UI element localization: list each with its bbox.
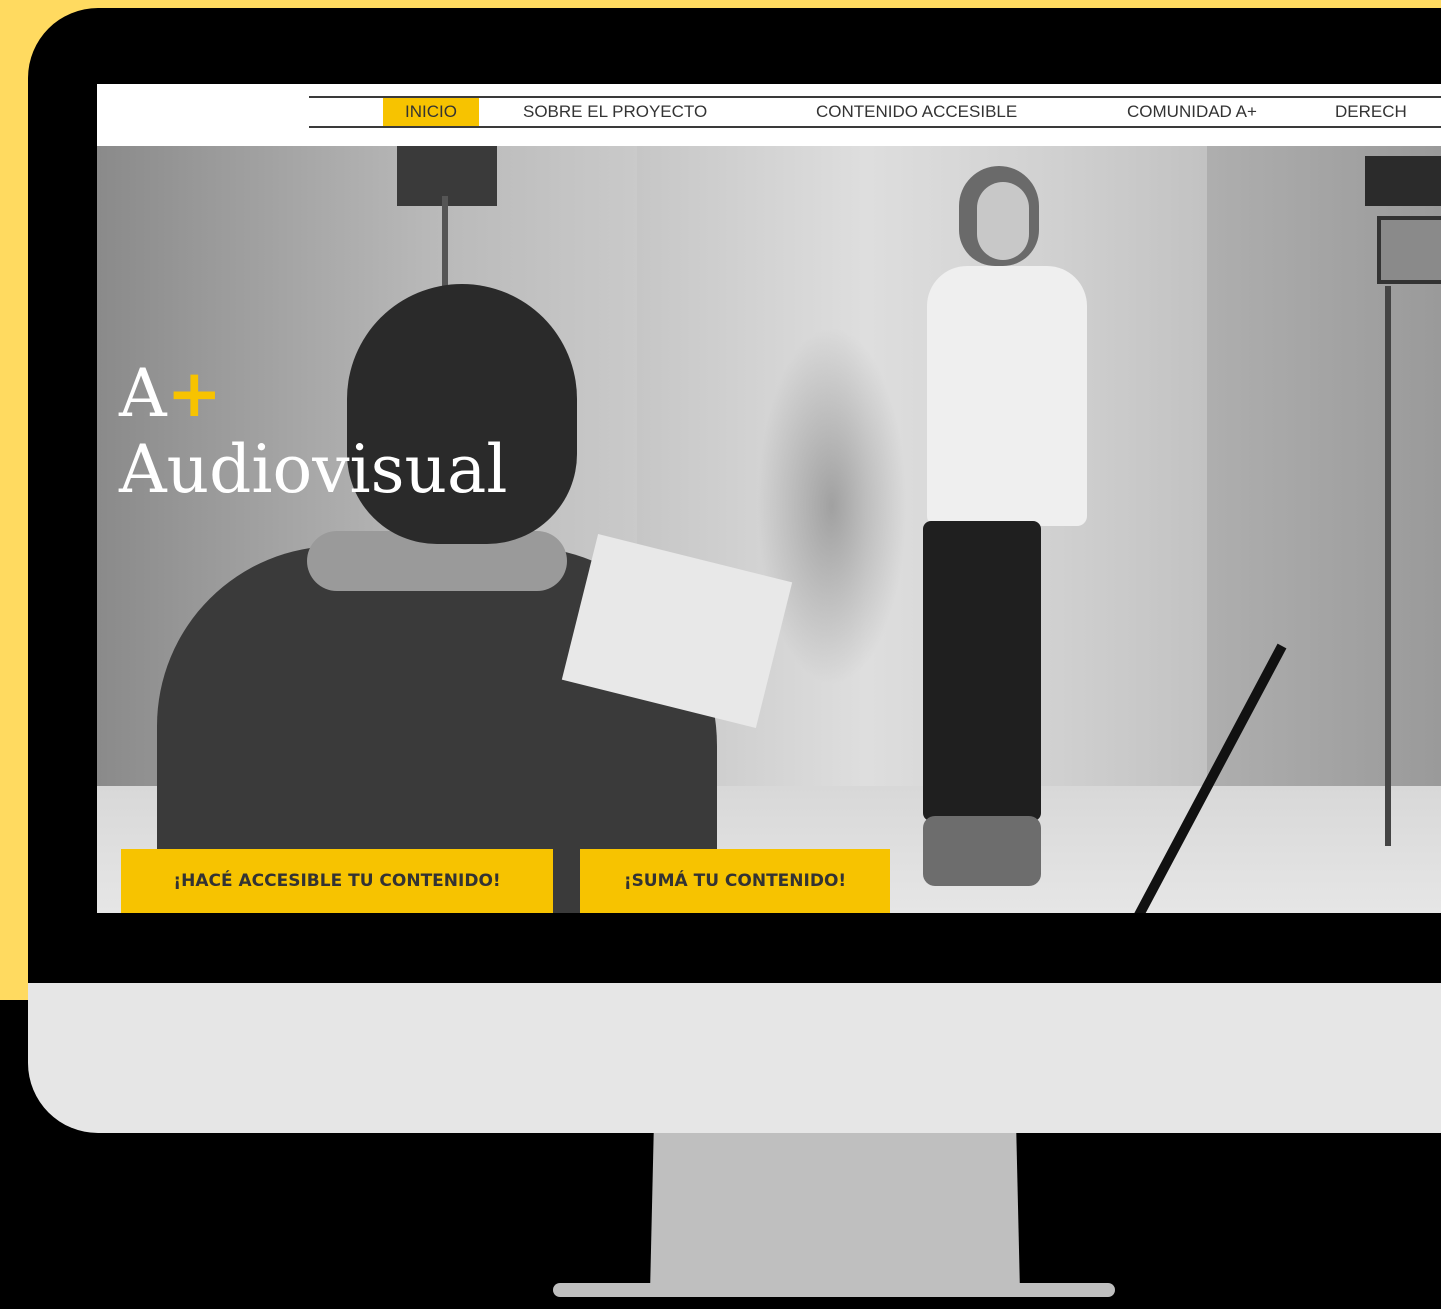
interpreter-legs: [923, 521, 1041, 821]
nav-item-contenido-accesible[interactable]: CONTENIDO ACCESIBLE: [806, 98, 1027, 126]
monitor-chin: [28, 983, 1441, 1133]
add-content-button[interactable]: ¡SUMÁ TU CONTENIDO!: [580, 849, 890, 913]
nav-item-sobre-el-proyecto[interactable]: SOBRE EL PROYECTO: [513, 98, 717, 126]
light-stand-right: [1385, 286, 1391, 846]
interpreter-torso: [927, 266, 1087, 526]
nav-item-inicio[interactable]: INICIO: [383, 98, 479, 126]
nav-item-derechos[interactable]: DERECH: [1325, 98, 1417, 126]
brand-logo: A+ Audiovisual: [119, 356, 508, 508]
studio-light-right: [1365, 156, 1441, 206]
studio-light-right-head: [1377, 216, 1441, 284]
nav-rule-bottom: [309, 126, 1441, 128]
nav-item-comunidad[interactable]: COMUNIDAD A+: [1117, 98, 1267, 126]
brand-letter: A: [119, 355, 167, 432]
site-navbar: INICIO SOBRE EL PROYECTO CONTENIDO ACCES…: [97, 84, 1441, 146]
brand-wordmark: Audiovisual: [119, 431, 508, 508]
monitor-stand-neck: [650, 1133, 1020, 1293]
interpreter-face: [977, 182, 1029, 260]
hero-banner: A+ Audiovisual ¡HACÉ ACCESIBLE TU CONTEN…: [97, 146, 1441, 913]
make-accessible-button[interactable]: ¡HACÉ ACCESIBLE TU CONTENIDO!: [121, 849, 553, 913]
monitor-screen: INICIO SOBRE EL PROYECTO CONTENIDO ACCES…: [97, 84, 1441, 913]
brand-plus-icon: +: [166, 355, 222, 432]
interpreter-boots: [923, 816, 1041, 886]
monitor-stand-base: [553, 1283, 1115, 1297]
